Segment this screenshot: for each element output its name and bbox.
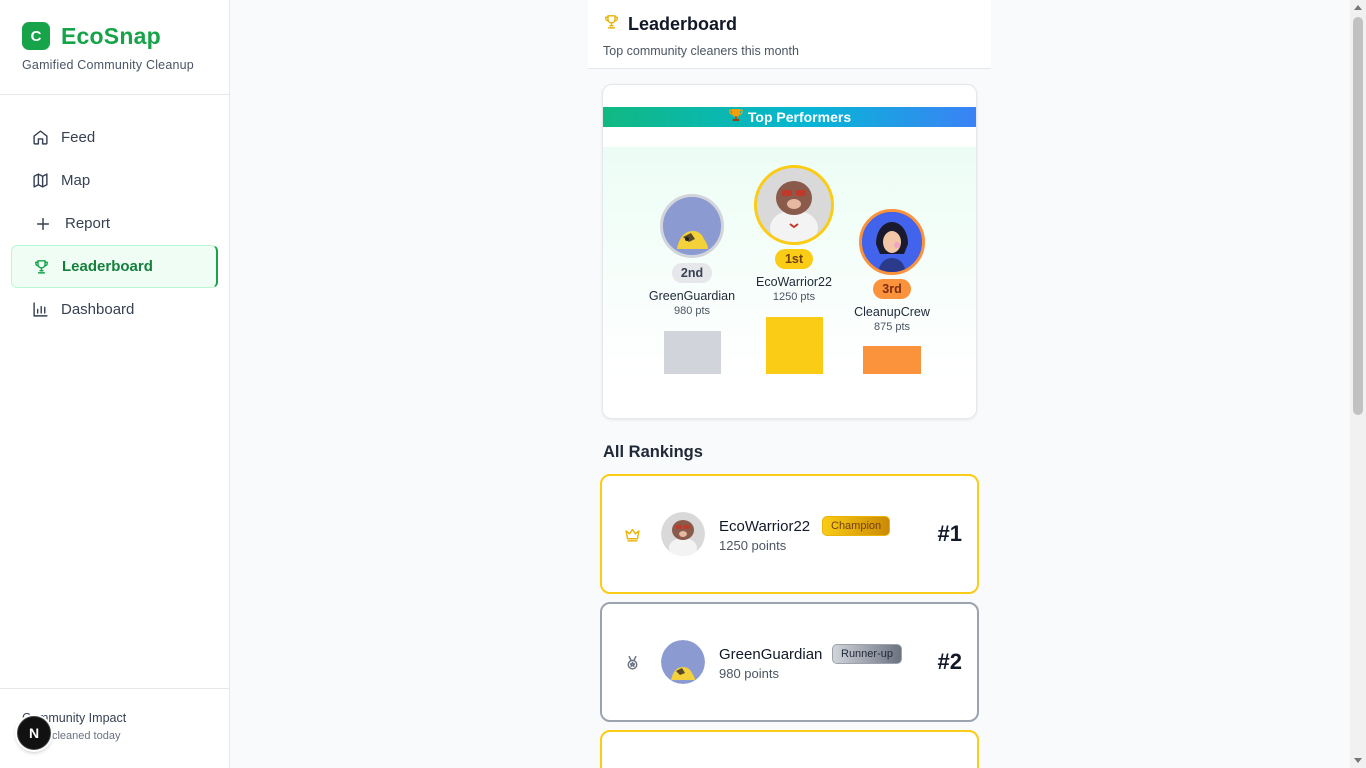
nav-item-label: Leaderboard — [62, 258, 153, 275]
nav-item-map[interactable]: Map — [11, 159, 218, 202]
ranking-row[interactable] — [600, 730, 979, 768]
ranking-number: #1 — [937, 521, 962, 546]
page-subtitle: Top community cleaners this month — [603, 44, 799, 58]
page-header: Leaderboard Top community cleaners this … — [588, 0, 991, 69]
map-icon — [32, 172, 49, 189]
brand-name[interactable]: EcoSnap — [61, 23, 161, 50]
medal-icon — [624, 654, 641, 671]
crown-icon — [624, 526, 641, 543]
page-title: Leaderboard — [628, 13, 738, 34]
main-nav: Feed Map Report Leaderboard Dashboard — [0, 95, 229, 331]
ranking-name: EcoWarrior22 — [719, 518, 811, 535]
plus-icon — [34, 215, 51, 232]
bar-chart-icon — [32, 301, 49, 318]
avatar — [661, 512, 705, 556]
trophy-icon — [33, 258, 50, 275]
podium-points: 875 pts — [873, 321, 911, 333]
scroll-down-icon[interactable] — [1354, 758, 1362, 763]
avatar — [859, 209, 925, 275]
champion-badge: Champion — [822, 516, 891, 536]
nav-item-label: Dashboard — [61, 301, 135, 318]
brand-tagline: Gamified Community Cleanup — [22, 58, 194, 72]
top-performers-card: Top Performers 2nd GreenGuardian 980 pts… — [602, 84, 977, 419]
trophy-emoji-icon — [728, 107, 744, 128]
podium-third[interactable]: 3rd CleanupCrew 875 pts — [832, 209, 952, 333]
scroll-thumb[interactable] — [1353, 17, 1363, 415]
avatar — [660, 194, 724, 258]
dev-tools-badge[interactable]: N — [17, 716, 51, 750]
runner-up-badge: Runner-up — [832, 644, 902, 664]
ranking-number: #2 — [937, 649, 962, 674]
podium-name: CleanupCrew — [854, 305, 930, 319]
top-performers-banner: Top Performers — [603, 107, 976, 127]
avatar — [661, 640, 705, 684]
nav-item-feed[interactable]: Feed — [11, 116, 218, 159]
ranking-name: GreenGuardian — [719, 646, 823, 663]
page-scrollbar[interactable] — [1350, 0, 1366, 768]
trophy-icon — [603, 13, 620, 35]
podium-bar-third — [863, 346, 921, 374]
nav-item-label: Feed — [61, 129, 96, 146]
brand-logo[interactable]: C — [22, 22, 50, 50]
podium-bar-first — [766, 317, 823, 374]
nav-item-leaderboard[interactable]: Leaderboard — [11, 245, 218, 288]
impact-title: Community Impact — [22, 711, 127, 725]
scroll-up-icon[interactable] — [1354, 5, 1362, 10]
place-badge: 1st — [774, 249, 814, 269]
nav-item-report[interactable]: Report — [11, 202, 218, 245]
brand-header: C EcoSnap Gamified Community Cleanup — [0, 0, 229, 95]
sidebar: C EcoSnap Gamified Community Cleanup Fee… — [0, 0, 230, 768]
nav-item-label: Map — [61, 172, 91, 189]
place-badge: 3rd — [873, 279, 911, 299]
nav-item-dashboard[interactable]: Dashboard — [11, 288, 218, 331]
home-icon — [32, 129, 49, 146]
place-badge: 2nd — [671, 263, 713, 283]
ranking-row[interactable]: GreenGuardian Runner-up 980 points #2 — [600, 602, 979, 722]
ranking-points: 1250 points — [719, 538, 787, 553]
podium-points: 980 pts — [673, 305, 711, 317]
top-performers-title: Top Performers — [747, 109, 852, 125]
ranking-row[interactable]: EcoWarrior22 Champion 1250 points #1 — [600, 474, 979, 594]
impact-subtitle: as cleaned today — [37, 730, 121, 742]
ranking-points: 980 points — [719, 666, 779, 681]
podium-bar-second — [664, 331, 721, 374]
rankings-title: All Rankings — [603, 443, 703, 461]
avatar — [754, 165, 834, 245]
nav-item-label: Report — [65, 215, 111, 232]
